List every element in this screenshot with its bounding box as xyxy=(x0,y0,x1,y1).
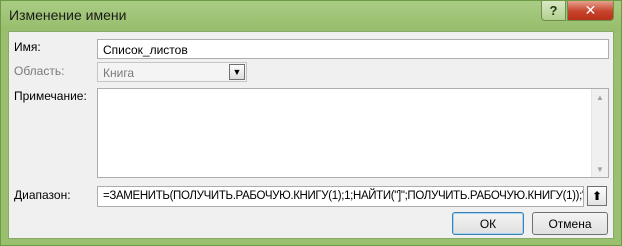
name-label: Имя: xyxy=(14,40,41,54)
comment-textarea[interactable]: ▲ ▼ xyxy=(97,88,609,178)
cancel-button[interactable]: Отмена xyxy=(532,212,608,235)
scope-select: Книга ▼ xyxy=(97,62,247,82)
comment-label: Примечание: xyxy=(14,89,87,103)
help-icon: ? xyxy=(549,3,558,18)
collapse-dialog-button[interactable]: ⬆ xyxy=(587,186,607,206)
chevron-down-icon: ▼ xyxy=(229,64,245,80)
scroll-down-icon[interactable]: ▼ xyxy=(592,161,608,177)
close-button[interactable]: ✕ xyxy=(567,1,614,21)
name-input[interactable]: Список_листов xyxy=(97,39,609,59)
collapse-dialog-icon: ⬆ xyxy=(591,189,603,203)
range-label: Диапазон: xyxy=(14,188,71,202)
dialog-body: Имя: Список_листов Область: Книга ▼ Прим… xyxy=(8,31,614,239)
ok-button[interactable]: ОК xyxy=(452,212,524,235)
help-button[interactable]: ? xyxy=(541,1,566,21)
dialog-title: Изменение имени xyxy=(9,7,127,23)
range-input[interactable]: =ЗАМЕНИТЬ(ПОЛУЧИТЬ.РАБОЧУЮ.КНИГУ(1);1;НА… xyxy=(97,186,584,207)
comment-scrollbar[interactable]: ▲ ▼ xyxy=(591,89,608,177)
title-bar[interactable]: Изменение имени ? ✕ xyxy=(1,1,621,31)
scope-value: Книга xyxy=(103,66,135,80)
close-icon: ✕ xyxy=(584,2,597,18)
scope-label: Область: xyxy=(14,64,65,78)
scroll-up-icon[interactable]: ▲ xyxy=(592,89,608,105)
rename-dialog: Изменение имени ? ✕ Имя: Список_листов О… xyxy=(0,0,622,246)
